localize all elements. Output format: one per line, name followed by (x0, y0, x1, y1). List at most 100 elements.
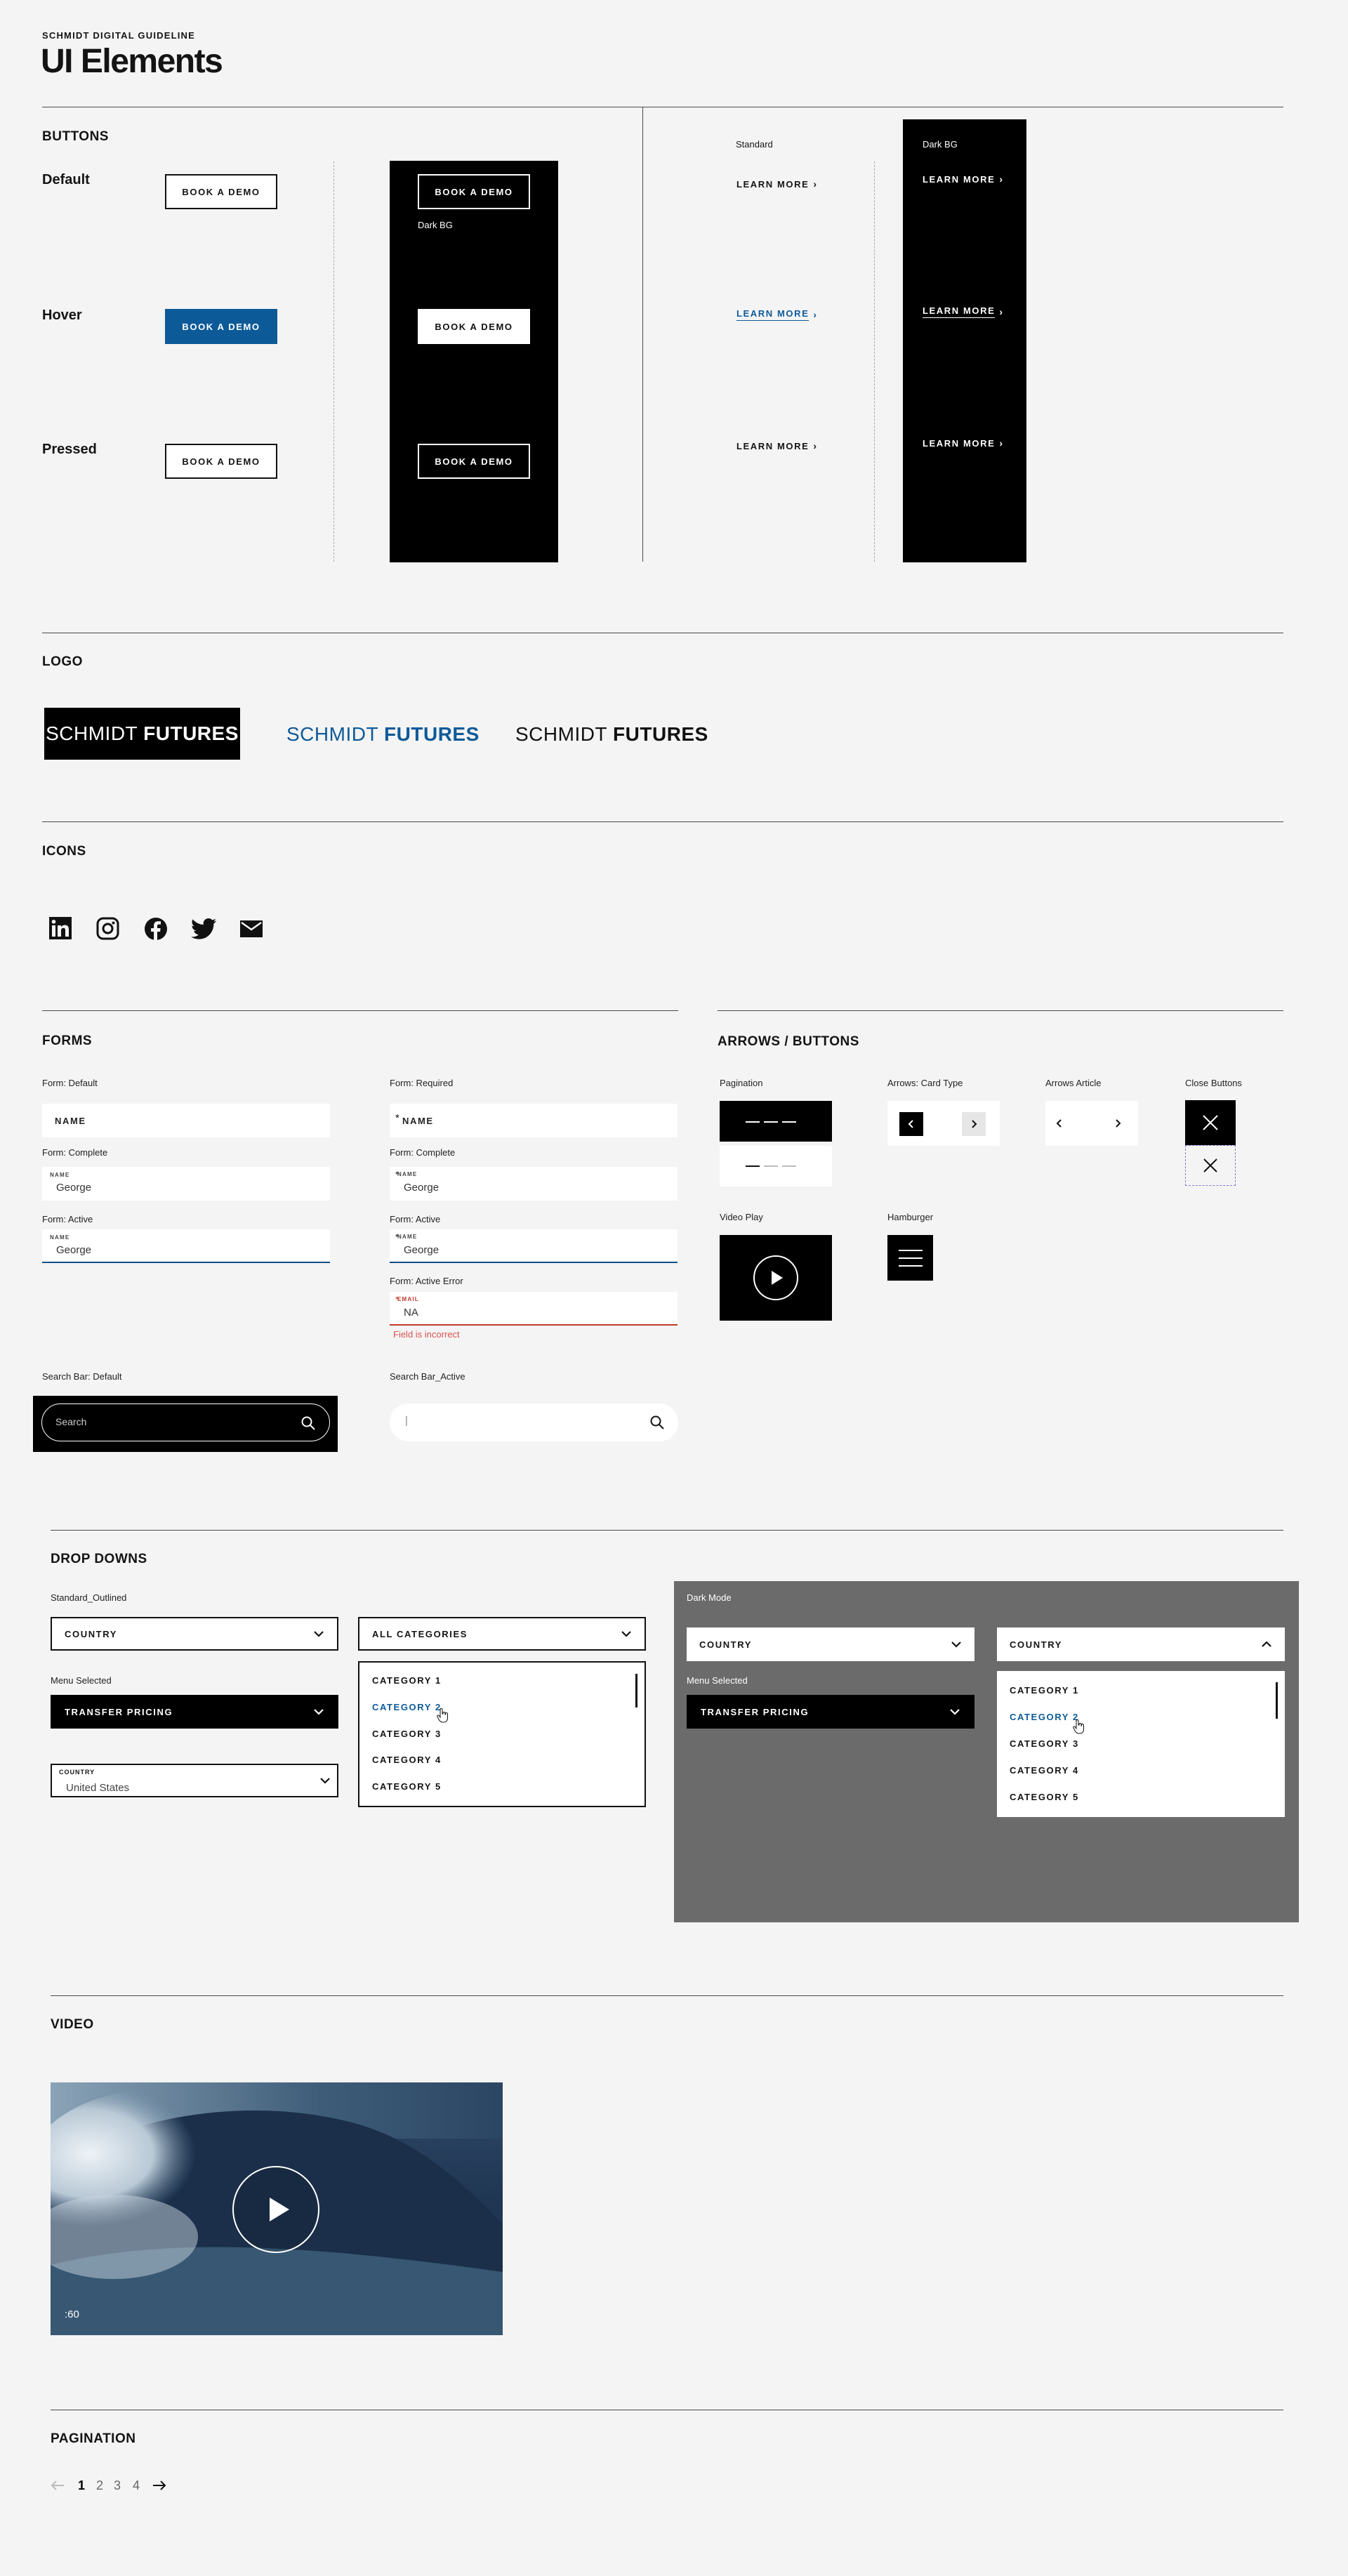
hamburger-icon (898, 1249, 923, 1267)
hamburger-button[interactable] (887, 1235, 933, 1281)
dropdown-value: COUNTRY (65, 1628, 117, 1639)
transfer-pricing-dropdown[interactable]: TRANSFER PRICING (51, 1695, 338, 1729)
divider (42, 821, 1283, 822)
name-field-required-complete[interactable]: * NAME George (390, 1167, 678, 1201)
transfer-pricing-dropdown-dark[interactable]: TRANSFER PRICING (687, 1695, 974, 1729)
search-input-active[interactable]: | (390, 1403, 678, 1441)
page-title: UI Elements (41, 43, 223, 80)
book-demo-button-dark-pressed[interactable]: BOOK A DEMO (418, 444, 530, 479)
name-field-default[interactable]: NAME (42, 1104, 330, 1137)
chevron-down-icon (951, 1642, 961, 1648)
name-field-active[interactable]: NAME George (42, 1229, 330, 1263)
book-demo-button-dark-hover[interactable]: BOOK A DEMO (418, 309, 530, 344)
article-arrow-prev-icon[interactable] (1055, 1118, 1064, 1128)
menu-item-category-5[interactable]: CATEGORY 5 (372, 1781, 442, 1792)
form-default-label: Form: Default (42, 1078, 98, 1088)
twitter-icon[interactable] (191, 918, 216, 939)
close-buttons-label: Close Buttons (1185, 1078, 1242, 1088)
country-dropdown-open-dark[interactable]: COUNTRY (997, 1627, 1285, 1661)
play-icon[interactable] (232, 2165, 320, 2254)
chevron-down-icon (950, 1709, 960, 1715)
book-demo-button-pressed[interactable]: BOOK A DEMO (165, 444, 277, 479)
logo-word-2: FUTURES (143, 722, 239, 744)
country-dropdown[interactable]: COUNTRY (51, 1617, 338, 1651)
section-title-forms: FORMS (42, 1033, 93, 1048)
instagram-icon[interactable] (96, 917, 119, 940)
form-active-label: Form: Active (390, 1214, 441, 1224)
learn-more-link-hover[interactable]: LEARN MORE › (736, 308, 818, 321)
name-field-complete[interactable]: NAME George (42, 1167, 330, 1201)
learn-more-link-dark-pressed[interactable]: LEARN MORE › (923, 437, 1004, 449)
close-button-dark[interactable] (1185, 1100, 1236, 1145)
divider-vertical (642, 107, 643, 562)
name-placeholder: NAME (55, 1116, 86, 1126)
all-categories-dropdown[interactable]: ALL CATEGORIES (358, 1617, 646, 1651)
arrow-left-icon[interactable] (51, 2480, 65, 2491)
hand-cursor-icon (1073, 1719, 1084, 1734)
chevron-right-icon: › (999, 306, 1004, 317)
menu-item-category-3[interactable]: CATEGORY 3 (1010, 1738, 1079, 1749)
arrow-right-icon[interactable] (152, 2480, 166, 2491)
dark-mode-label: Dark Mode (687, 1592, 732, 1603)
card-arrow-next-button[interactable] (962, 1112, 986, 1136)
mail-icon[interactable] (240, 920, 263, 937)
search-default-label: Search Bar: Default (42, 1371, 122, 1382)
dark-bg-label: Dark BG (418, 220, 453, 230)
chevron-down-icon (320, 1778, 330, 1784)
section-title-icons: ICONS (42, 844, 86, 859)
search-icon[interactable] (650, 1415, 664, 1429)
name-value: George (56, 1244, 92, 1256)
card-arrow-prev-button[interactable] (899, 1112, 923, 1136)
menu-item-category-3[interactable]: CATEGORY 3 (372, 1729, 442, 1739)
video-play-button[interactable] (720, 1235, 832, 1321)
learn-more-link-dark-default[interactable]: LEARN MORE › (923, 173, 1004, 185)
learn-more-link-dark-hover[interactable]: LEARN MORE › (923, 305, 1004, 318)
close-button-light[interactable] (1185, 1145, 1236, 1186)
divider (51, 1995, 1283, 1996)
country-dropdown-filled[interactable]: COUNTRY United States (51, 1764, 338, 1797)
menu-item-category-1[interactable]: CATEGORY 1 (1010, 1685, 1079, 1696)
chevron-down-icon (621, 1631, 631, 1637)
video-player[interactable]: :60 (51, 2082, 503, 2335)
page-number-3[interactable]: 3 (114, 2478, 121, 2493)
form-complete-label: Form: Complete (42, 1147, 108, 1158)
logo-word-2: FUTURES (613, 723, 708, 745)
menu-item-category-5[interactable]: CATEGORY 5 (1010, 1792, 1079, 1802)
chevron-down-icon (314, 1631, 324, 1637)
dark-bg-panel-links (903, 119, 1026, 562)
name-field-required-active[interactable]: * NAME George (390, 1229, 678, 1263)
linkedin-icon[interactable] (49, 917, 72, 939)
pagination-indicator-dark[interactable] (720, 1101, 832, 1142)
search-input-default[interactable]: Search (41, 1403, 330, 1441)
email-field-error[interactable]: * EMAIL NA (390, 1292, 678, 1326)
book-demo-button-hover[interactable]: BOOK A DEMO (165, 309, 277, 344)
hand-cursor-icon (437, 1708, 448, 1723)
video-duration: :60 (65, 2309, 79, 2320)
menu-item-category-2[interactable]: CATEGORY 2 (1010, 1712, 1079, 1722)
page-number-4[interactable]: 4 (133, 2478, 140, 2493)
book-demo-button-default[interactable]: BOOK A DEMO (165, 174, 277, 209)
menu-item-category-1[interactable]: CATEGORY 1 (372, 1675, 442, 1686)
close-icon (1203, 1115, 1218, 1130)
learn-more-label: LEARN MORE (923, 305, 996, 318)
search-icon[interactable] (301, 1416, 315, 1430)
article-arrow-next-icon[interactable] (1113, 1118, 1123, 1128)
standard-outlined-label: Standard_Outlined (51, 1592, 127, 1603)
country-dropdown-dark[interactable]: COUNTRY (687, 1627, 974, 1661)
menu-item-category-4[interactable]: CATEGORY 4 (1010, 1765, 1079, 1776)
header-eyebrow: SCHMIDT DIGITAL GUIDELINE (42, 30, 196, 41)
facebook-icon[interactable] (144, 917, 168, 941)
scrollbar[interactable] (1276, 1682, 1278, 1719)
menu-item-category-4[interactable]: CATEGORY 4 (372, 1755, 442, 1765)
learn-more-link-pressed[interactable]: LEARN MORE › (736, 440, 818, 451)
scrollbar[interactable] (635, 1674, 637, 1708)
menu-item-category-2[interactable]: CATEGORY 2 (372, 1702, 442, 1712)
book-demo-button-dark-default[interactable]: BOOK A DEMO (418, 174, 530, 209)
learn-more-link-default[interactable]: LEARN MORE › (736, 178, 818, 190)
page-number-2[interactable]: 2 (96, 2478, 103, 2493)
name-field-required[interactable]: * NAME (390, 1104, 678, 1137)
chevron-right-icon: › (813, 178, 818, 190)
page-number-1[interactable]: 1 (78, 2478, 85, 2493)
email-small-label: EMAIL (397, 1296, 419, 1302)
pagination-indicator-light[interactable] (720, 1146, 832, 1187)
